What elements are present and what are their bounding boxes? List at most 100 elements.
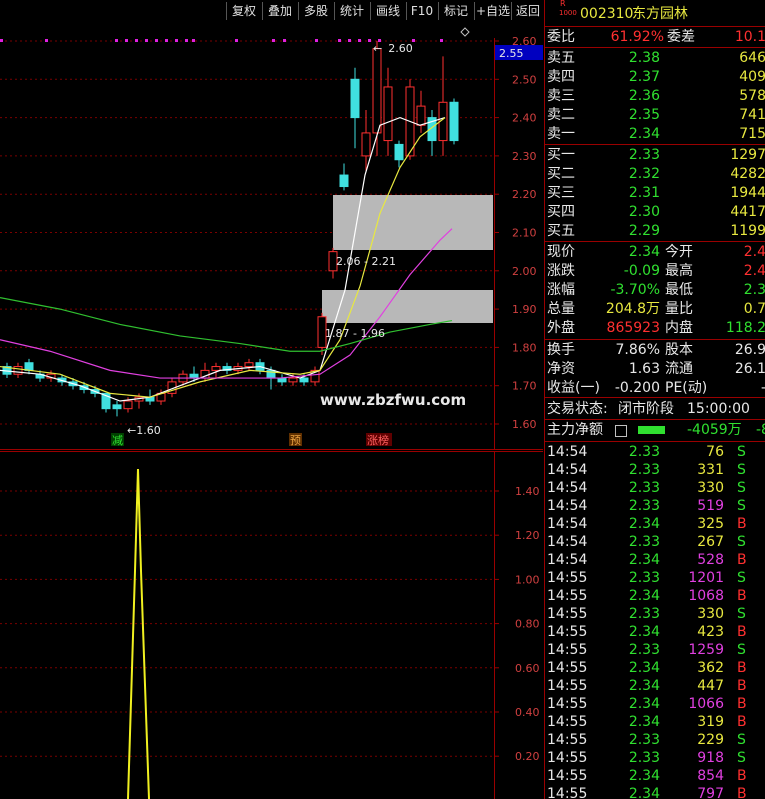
y-tick-label: 2.20	[512, 188, 537, 201]
bid-price: 2.32	[628, 166, 660, 182]
ask-price: 2.37	[628, 69, 660, 85]
tick-price: 2.34	[628, 552, 660, 568]
bid-price: 2.29	[628, 223, 660, 239]
signal-dot	[115, 39, 118, 42]
marker-jian: 减	[112, 434, 123, 447]
ask-volume: 409	[739, 69, 765, 85]
stat-label-2: 量比	[665, 301, 693, 317]
stat-value-2: 2.3	[743, 282, 765, 298]
fundamental-label-2: 股本	[665, 342, 693, 358]
tick-time: 14:54	[547, 480, 588, 496]
tick-time: 14:55	[547, 642, 588, 658]
indicator-y-tick: 0.40	[515, 706, 540, 719]
tick-time: 14:55	[547, 606, 588, 622]
diff-label: 委差	[667, 29, 695, 45]
tick-price: 2.34	[628, 588, 660, 604]
tick-price: 2.33	[628, 498, 660, 514]
tick-price: 2.34	[628, 714, 660, 730]
stock-name: 东方园林	[632, 6, 688, 22]
tick-volume: 1259	[688, 642, 724, 658]
bid-volume: 1944	[730, 185, 765, 201]
signal-dot	[175, 39, 178, 42]
mark-button[interactable]: 标记	[438, 2, 473, 20]
candle-body	[244, 362, 254, 368]
multi-stock-button[interactable]: 多股	[298, 2, 333, 20]
y-tick-label: 2.50	[512, 73, 537, 86]
tick-volume: 797	[697, 786, 724, 799]
tick-volume: 423	[697, 624, 724, 640]
ask-label: 卖五	[547, 50, 575, 66]
diamond-icon[interactable]	[460, 27, 470, 37]
bid-label: 买五	[547, 223, 575, 239]
tick-volume: 267	[697, 534, 724, 550]
candle-body	[112, 404, 122, 410]
add-watchlist-button[interactable]: +自选	[474, 2, 511, 20]
tick-side: B	[737, 588, 747, 604]
tick-side: S	[737, 732, 746, 748]
tick-time: 14:55	[547, 678, 588, 694]
stat-value: 865923	[606, 320, 660, 336]
status-label: 交易状态:	[547, 401, 608, 417]
bid-volume: 4282	[730, 166, 765, 182]
candle-body	[383, 86, 393, 142]
draw-line-button[interactable]: 画线	[370, 2, 405, 20]
kline-chart[interactable]: 2.602.502.402.302.202.102.001.901.801.70…	[0, 24, 543, 450]
candle-body	[350, 78, 360, 119]
stat-label-2: 内盘	[665, 320, 693, 336]
ratio-label: 委比	[547, 29, 575, 45]
ask-volume: 646	[739, 50, 765, 66]
stat-value: -0.09	[623, 263, 660, 279]
overlay-button[interactable]: 叠加	[262, 2, 297, 20]
candle-body	[288, 377, 298, 383]
tick-volume: 519	[697, 498, 724, 514]
tick-side: S	[737, 498, 746, 514]
signal-dot	[125, 39, 128, 42]
tick-time: 14:55	[547, 588, 588, 604]
statistics-button[interactable]: 统计	[334, 2, 369, 20]
mainflow-label: 主力净额	[547, 422, 603, 438]
stat-value-2: 0.7	[743, 301, 765, 317]
tick-side: S	[737, 570, 746, 586]
tick-side: B	[737, 516, 747, 532]
signal-dot	[283, 39, 286, 42]
signal-dot	[348, 39, 351, 42]
list-icon[interactable]	[615, 425, 627, 437]
bid-volume: 1199	[730, 223, 765, 239]
ask-volume: 741	[739, 107, 765, 123]
back-button[interactable]: 返回	[511, 2, 544, 20]
status-time: 15:00:00	[687, 401, 750, 417]
signal-dot	[358, 39, 361, 42]
tick-side: B	[737, 678, 747, 694]
tick-volume: 331	[697, 462, 724, 478]
indicator-chart[interactable]: 1.40 1.20 1.00 0.80 0.60 0.40 0.20	[0, 451, 543, 799]
fundamental-value: 1.63	[628, 361, 660, 377]
candle-body	[211, 366, 221, 371]
stat-value: 204.8万	[605, 301, 660, 317]
fundamental-value-2: -	[761, 379, 765, 397]
indicator-y-tick: 1.20	[515, 529, 540, 542]
signal-dot	[165, 39, 168, 42]
signal-dot	[272, 39, 275, 42]
tick-price: 2.33	[628, 462, 660, 478]
tick-time: 14:55	[547, 714, 588, 730]
tick-price: 2.34	[628, 624, 660, 640]
y-tick-label: 2.10	[512, 227, 537, 240]
tick-time: 14:55	[547, 732, 588, 748]
signal-dot	[368, 39, 371, 42]
candle-body	[394, 143, 404, 161]
ask-volume: 578	[739, 88, 765, 104]
fundamental-value: 7.86%	[615, 342, 660, 358]
fuquan-button[interactable]: 复权	[226, 2, 261, 20]
mainflow-bar	[638, 426, 665, 434]
tick-volume: 1066	[688, 696, 724, 712]
bid-label: 买三	[547, 185, 575, 201]
signal-dot	[235, 39, 238, 42]
fundamental-value-2: 26.9	[734, 342, 765, 358]
f10-button[interactable]: F10	[406, 2, 437, 20]
y-tick-label: 1.90	[512, 303, 537, 316]
signal-dot	[315, 39, 318, 42]
tick-side: B	[737, 714, 747, 730]
ask-label: 卖四	[547, 69, 575, 85]
tick-time: 14:54	[547, 516, 588, 532]
tick-volume: 854	[697, 768, 724, 784]
